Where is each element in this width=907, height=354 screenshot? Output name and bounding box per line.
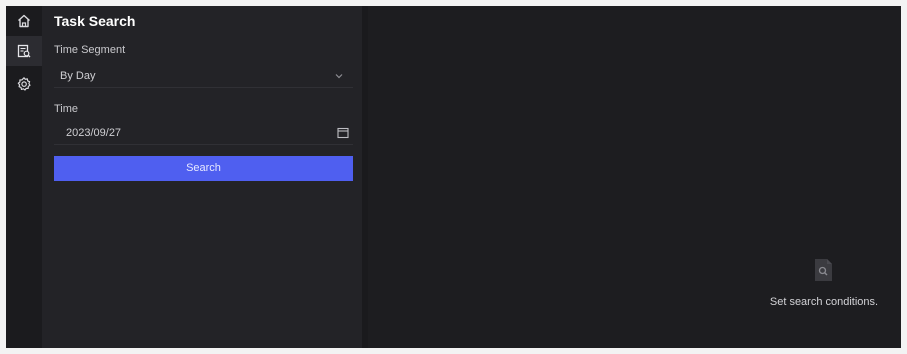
nav-item-task-search[interactable] bbox=[6, 36, 42, 66]
home-icon bbox=[16, 13, 32, 29]
document-search-icon bbox=[813, 258, 833, 282]
chevron-down-icon bbox=[333, 70, 345, 82]
time-segment-label: Time Segment bbox=[54, 44, 126, 56]
nav-rail bbox=[6, 6, 42, 348]
time-segment-value: By Day bbox=[60, 70, 96, 82]
calendar-icon[interactable] bbox=[337, 127, 349, 139]
time-date-field[interactable]: 2023/09/27 bbox=[54, 121, 353, 145]
results-area: Set search conditions. bbox=[362, 6, 901, 348]
settings-icon bbox=[16, 76, 32, 92]
time-date-value: 2023/09/27 bbox=[66, 127, 122, 139]
app-window: Task Search Time Segment By Day Time 202… bbox=[6, 6, 901, 348]
time-segment-select[interactable]: By Day bbox=[54, 64, 353, 88]
task-search-icon bbox=[16, 43, 32, 59]
time-label: Time bbox=[54, 103, 79, 115]
nav-item-settings[interactable] bbox=[6, 69, 42, 99]
panel-title: Task Search bbox=[54, 13, 136, 29]
search-button[interactable]: Search bbox=[54, 156, 353, 181]
nav-item-home[interactable] bbox=[6, 6, 42, 36]
task-search-panel: Task Search Time Segment By Day Time 202… bbox=[42, 6, 362, 348]
empty-state-message: Set search conditions. bbox=[769, 296, 879, 308]
panel-divider bbox=[362, 6, 368, 348]
